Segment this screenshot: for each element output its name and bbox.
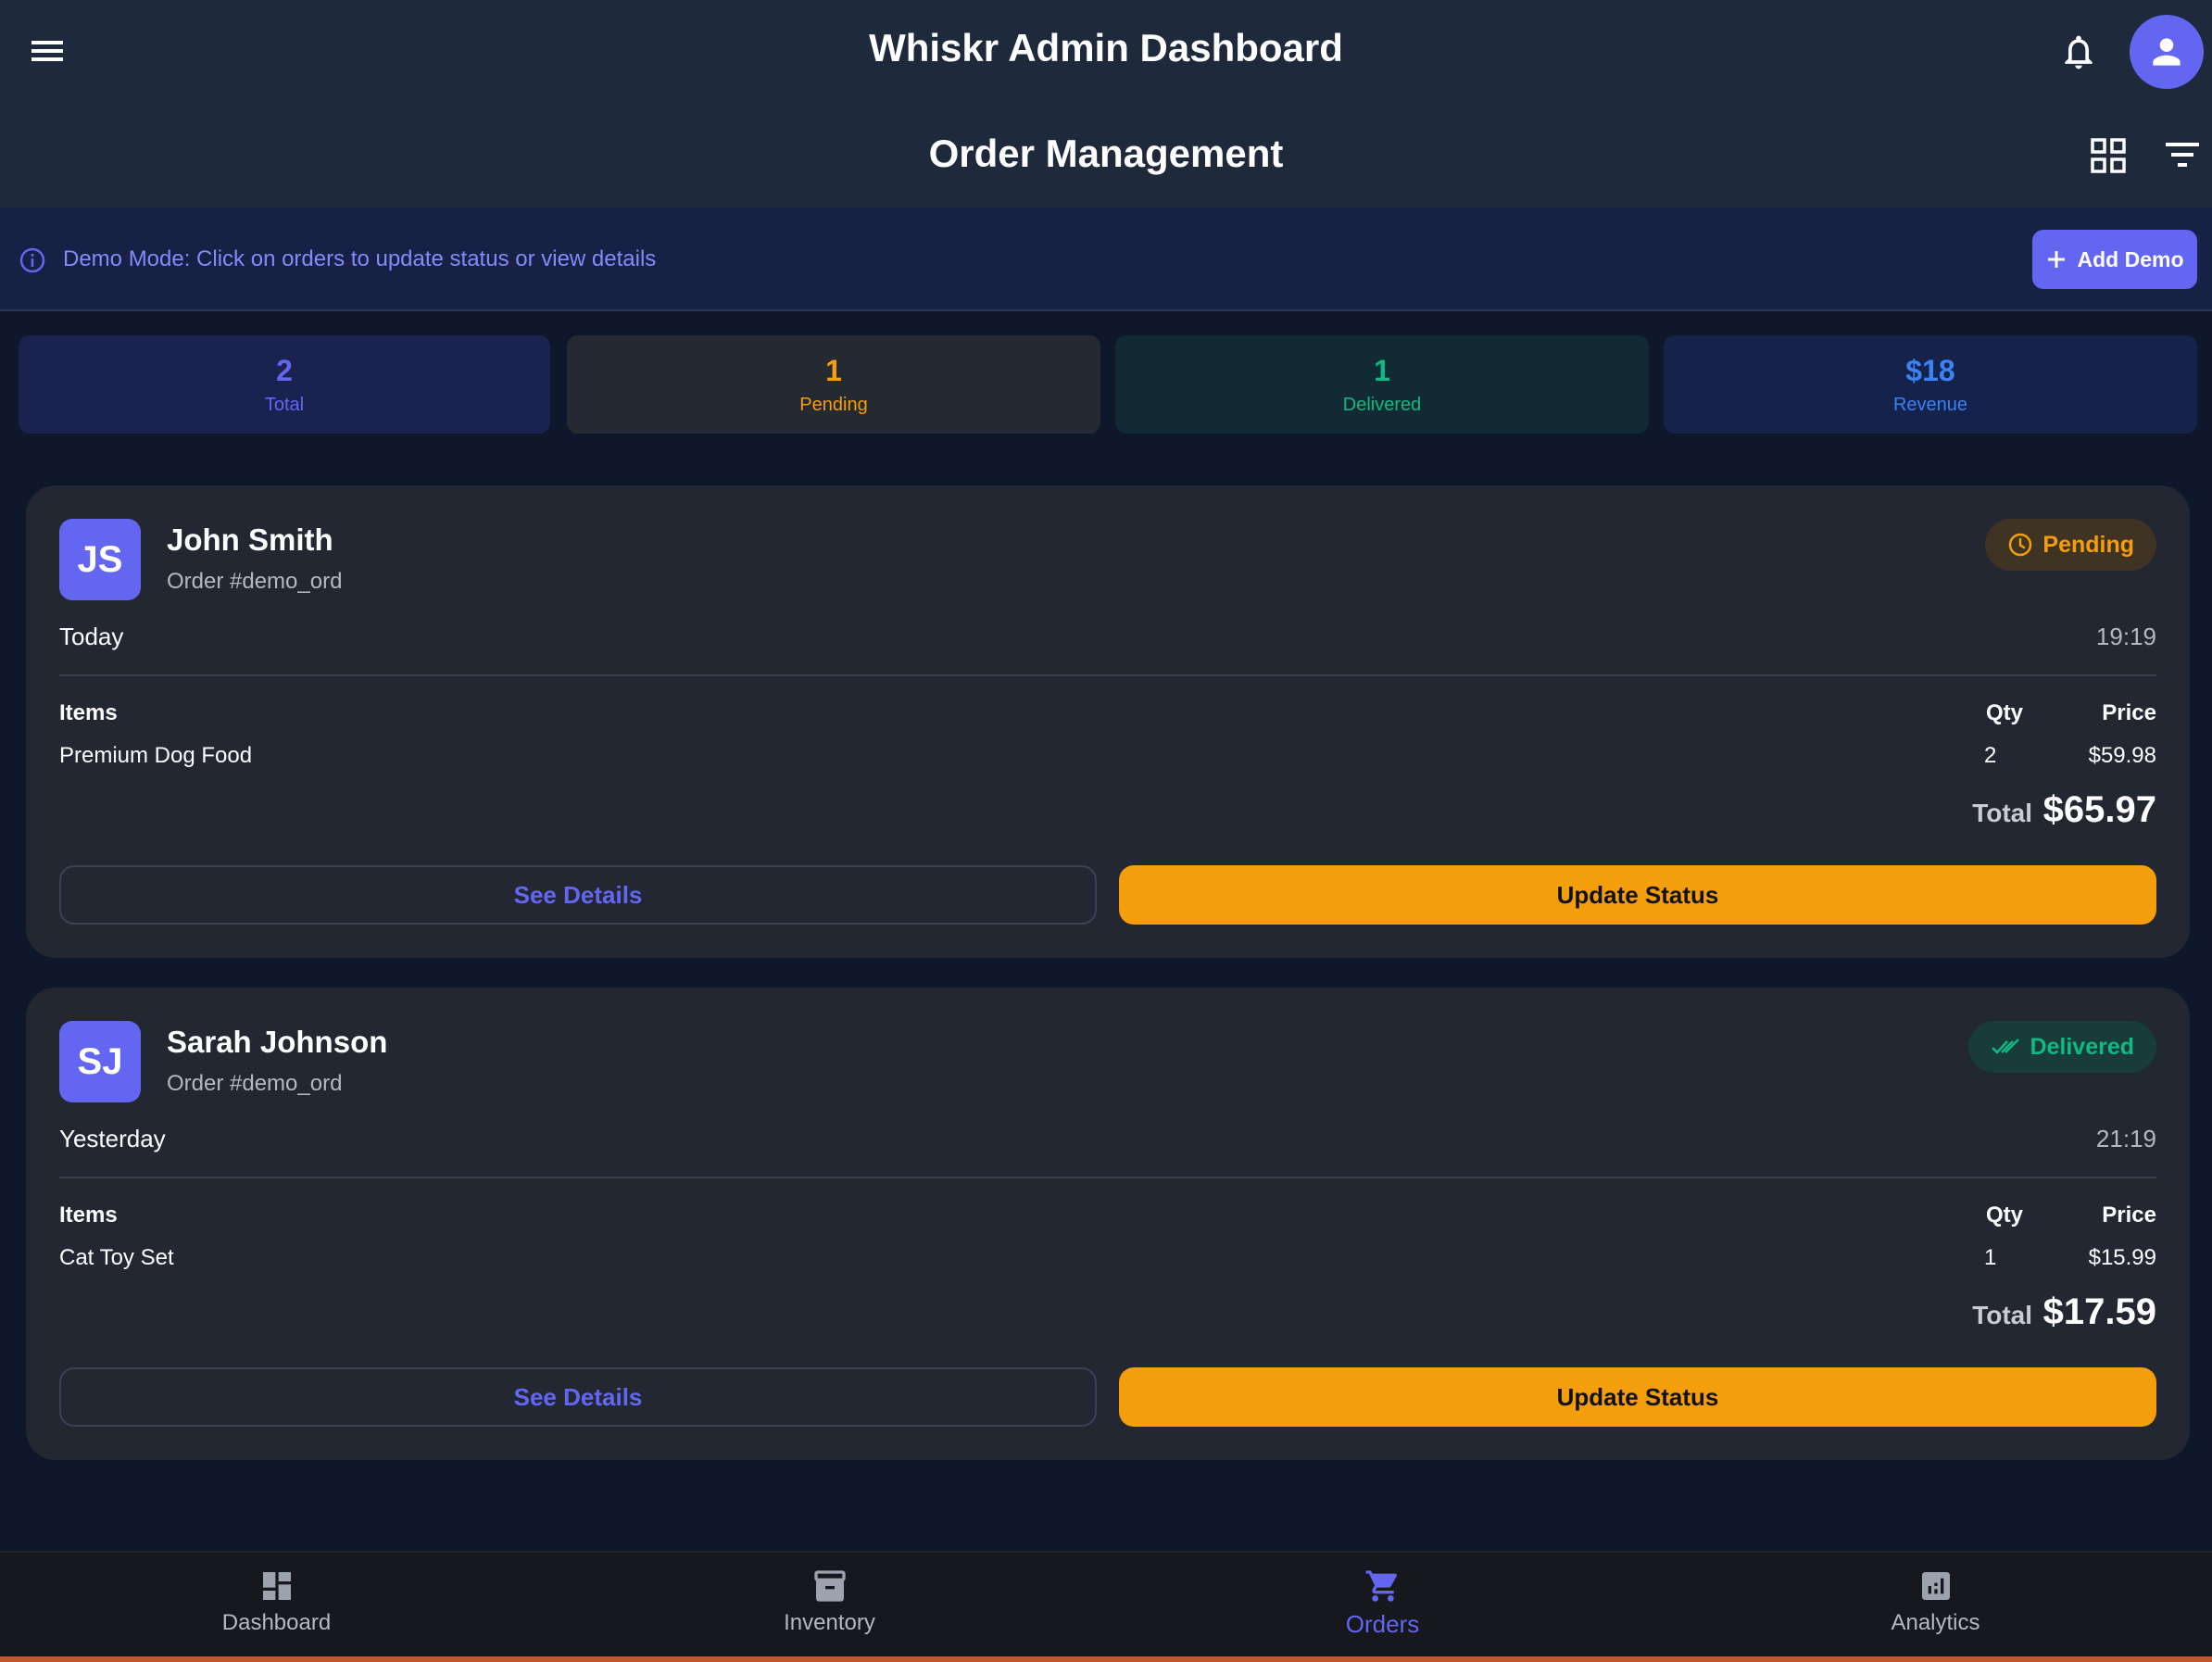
stat-total-value: 2 [276,354,293,387]
status-badge-delivered[interactable]: Delivered [1968,1021,2156,1073]
analytics-chart-icon [1921,1572,1950,1600]
stat-revenue-card: $18 Revenue [1664,335,2197,434]
nav-label: Inventory [784,1610,875,1635]
total-label: Total [1972,799,2032,827]
profile-avatar-button[interactable] [2130,15,2204,89]
grid-view-icon[interactable] [2090,137,2127,174]
price-header: Price [2102,1202,2156,1228]
dashboard-icon [262,1572,291,1600]
info-icon [19,246,46,274]
customer-name: Sarah Johnson [167,1025,388,1059]
stat-delivered-value: 1 [1374,354,1390,387]
stat-delivered-card: 1 Delivered [1115,335,1649,434]
item-qty: 1 [1984,1245,1997,1270]
stat-pending-value: 1 [825,354,842,387]
add-demo-label: Add Demo [2077,246,2184,271]
order-card[interactable]: JS John Smith Order #demo_ord Pending To… [26,485,2190,958]
demo-mode-text: Demo Mode: Click on orders to update sta… [63,246,657,271]
stat-total-label: Total [264,395,305,415]
window-bottom-edge [0,1656,2212,1662]
stat-revenue-label: Revenue [1892,395,1968,415]
item-price: $15.99 [2088,1245,2156,1270]
item-name: Premium Dog Food [59,743,253,768]
order-id: Order #demo_ord [167,1071,343,1096]
clock-icon [2009,533,2032,557]
item-price: $59.98 [2088,743,2156,768]
divider [59,1177,2156,1178]
double-check-icon [1992,1039,2020,1054]
qty-header: Qty [1986,1202,2024,1228]
update-status-button[interactable]: Update Status [1119,865,2156,925]
status-label: Pending [2042,531,2134,558]
bell-icon[interactable] [2058,31,2099,72]
stat-revenue-value: $18 [1905,354,1955,387]
order-time: 21:19 [2095,1125,2156,1152]
qty-header: Qty [1986,700,2024,725]
divider [59,674,2156,676]
nav-item-analytics[interactable]: Analytics [1659,1553,2212,1660]
nav-label: Orders [1345,1610,1420,1638]
stat-total-card: 2 Total [19,335,550,434]
update-status-button[interactable]: Update Status [1119,1367,2156,1427]
stat-pending-label: Pending [799,395,868,415]
app-title: Whiskr Admin Dashboard [869,26,1343,69]
stat-pending-card: 1 Pending [567,335,1100,434]
nav-item-inventory[interactable]: Inventory [553,1553,1106,1660]
status-badge-pending[interactable]: Pending [1985,519,2156,571]
bottom-navigation: Dashboard Inventory Orders Analytics [0,1551,2212,1662]
customer-avatar: SJ [59,1021,141,1102]
items-header: Items [59,1202,118,1228]
add-demo-button[interactable]: Add Demo [2032,230,2197,289]
items-header: Items [59,700,118,725]
inventory-box-icon [813,1570,846,1602]
total-value: $65.97 [2042,789,2156,830]
shopping-cart-icon [1365,1570,1397,1602]
see-details-button[interactable]: See Details [59,865,1097,925]
nav-label: Analytics [1891,1610,1980,1635]
total-value: $17.59 [2042,1291,2156,1332]
person-icon [2153,38,2181,66]
nav-item-orders[interactable]: Orders [1106,1553,1659,1660]
order-day: Today [59,623,124,650]
item-name: Cat Toy Set [59,1245,174,1270]
nav-item-dashboard[interactable]: Dashboard [0,1553,553,1660]
status-label: Delivered [2030,1033,2134,1060]
order-card[interactable]: SJ Sarah Johnson Order #demo_ord Deliver… [26,988,2190,1460]
plus-icon [2047,251,2065,268]
nav-label: Dashboard [221,1610,332,1635]
order-id: Order #demo_ord [167,569,343,594]
order-time: 19:19 [2095,623,2156,650]
total-label: Total [1972,1301,2032,1329]
item-qty: 2 [1984,743,1997,768]
stat-delivered-label: Delivered [1342,395,1422,415]
see-details-button[interactable]: See Details [59,1367,1097,1427]
order-day: Yesterday [59,1125,166,1152]
customer-name: John Smith [167,523,333,557]
page-title: Order Management [928,132,1284,175]
price-header: Price [2102,700,2156,725]
customer-avatar: JS [59,519,141,600]
filter-list-icon[interactable] [2162,139,2203,172]
app-bar: Whiskr Admin Dashboard Order Management [0,0,2212,208]
